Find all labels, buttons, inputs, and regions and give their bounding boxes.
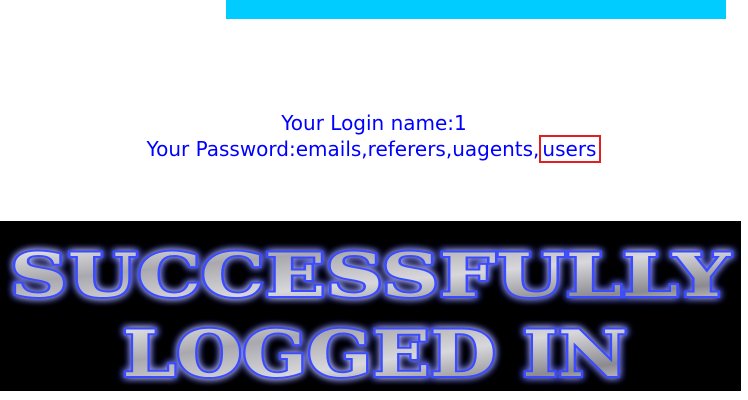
- banner-line2: LOGGED IN: [123, 317, 628, 391]
- success-banner-image: SUCCESSFULLY LOGGED IN: [0, 221, 741, 391]
- password-line: Your Password:emails,referers,uagents, us…: [0, 135, 748, 163]
- login-info: Your Login name:1 Your Password:emails,r…: [0, 110, 748, 163]
- login-name-label: Your Login name:: [281, 111, 455, 135]
- password-value: emails,referers,uagents,: [295, 137, 540, 161]
- success-banner-svg: SUCCESSFULLY LOGGED IN: [8, 239, 734, 391]
- password-label: Your Password:: [146, 137, 296, 161]
- login-name-line: Your Login name:1: [0, 110, 748, 136]
- banner-line1: SUCCESSFULLY: [10, 241, 732, 311]
- password-highlight: users: [539, 135, 602, 163]
- page: Your Login name:1 Your Password:emails,r…: [0, 0, 748, 400]
- login-name-value: 1: [454, 111, 467, 135]
- top-bar: [226, 0, 726, 19]
